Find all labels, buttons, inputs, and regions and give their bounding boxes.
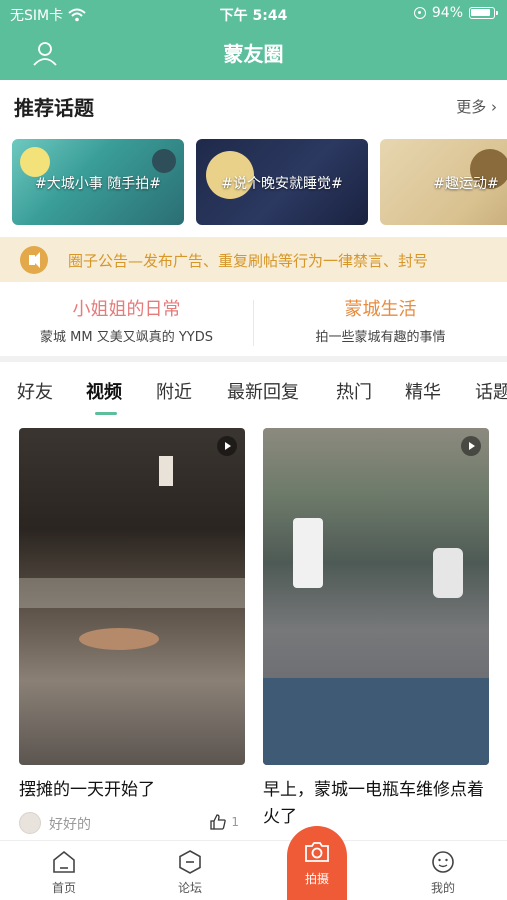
play-icon <box>461 436 481 456</box>
like-count: 1 <box>231 815 239 829</box>
play-icon <box>217 436 237 456</box>
circle-item[interactable]: 蒙城生活 拍一些蒙城有趣的事情 <box>254 293 507 351</box>
smiley-icon <box>432 851 454 873</box>
feed-tabs: 好友 视频 附近 最新回复 热门 精华 话题 <box>0 378 507 418</box>
nav-forum-label: 论坛 <box>177 881 202 895</box>
topic-card-1[interactable]: #大城小事 随手拍# <box>12 139 184 225</box>
app-header: 无SIM卡 下午 5:44 94% 蒙友圈 <box>0 0 507 80</box>
nav-home[interactable]: 首页 <box>34 849 94 896</box>
more-topics-link[interactable]: 更多 › <box>456 96 497 117</box>
topic-label: #说个晚安就睡觉# <box>221 176 343 192</box>
battery-percent: 94% <box>431 5 463 21</box>
circle-name: 小姐姐的日常 <box>72 299 181 320</box>
tab-friends[interactable]: 好友 <box>17 378 53 404</box>
video-card[interactable]: 早上，蒙城一电瓶车维修点着火了 <box>263 428 489 831</box>
nav-home-label: 首页 <box>51 881 76 895</box>
circle-name: 蒙城生活 <box>344 299 417 320</box>
post-title[interactable]: 早上，蒙城一电瓶车维修点着火了 <box>263 777 489 831</box>
circle-description: 蒙城 MM 又美又飒真的 YYDS <box>40 330 213 345</box>
video-thumbnail[interactable] <box>19 428 245 765</box>
tab-nearby[interactable]: 附近 <box>156 378 192 404</box>
recommended-topics-header: 推荐话题 更多 › <box>14 92 497 124</box>
capture-button[interactable]: 拍摄 <box>287 826 347 900</box>
tab-featured[interactable]: 精华 <box>405 378 441 404</box>
camera-icon <box>305 842 329 862</box>
post-author-row: 好好的 1 <box>19 808 245 836</box>
orientation-lock-icon <box>413 7 426 19</box>
section-divider <box>0 356 507 362</box>
forum-icon <box>179 850 201 874</box>
topic-card-3[interactable]: #趣运动# <box>380 139 507 225</box>
author-name[interactable]: 好好的 <box>49 814 91 834</box>
chevron-right-icon: › <box>491 98 497 116</box>
tab-latest-reply[interactable]: 最新回复 <box>227 378 299 404</box>
home-icon <box>53 850 75 873</box>
status-bar: 无SIM卡 下午 5:44 94% <box>0 4 507 24</box>
tab-topics[interactable]: 话题 <box>475 378 507 404</box>
topic-label: #大城小事 随手拍# <box>35 176 161 192</box>
capture-label: 拍摄 <box>304 872 329 886</box>
post-title[interactable]: 摆摊的一天开始了 <box>19 777 245 804</box>
bottom-nav: 首页 论坛 我的 <box>0 840 507 900</box>
tab-hot[interactable]: 热门 <box>336 378 372 404</box>
nav-forum[interactable]: 论坛 <box>160 849 220 896</box>
nav-mine[interactable]: 我的 <box>413 849 473 896</box>
announcement-text: 圈子公告—发布广告、重复刷帖等行为一律禁言、封号 <box>68 252 429 270</box>
circle-item[interactable]: 小姐姐的日常 蒙城 MM 又美又飒真的 YYDS <box>0 293 253 351</box>
topic-carousel[interactable]: #大城小事 随手拍# #说个晚安就睡觉# #趣运动# <box>12 139 507 225</box>
topic-card-2[interactable]: #说个晚安就睡觉# <box>196 139 368 225</box>
announcement-bar[interactable]: 圈子公告—发布广告、重复刷帖等行为一律禁言、封号 <box>0 237 507 282</box>
page-title: 蒙友圈 <box>223 42 284 66</box>
video-thumbnail[interactable] <box>263 428 489 765</box>
thumbs-up-icon[interactable] <box>209 813 227 831</box>
battery-icon <box>469 7 498 19</box>
video-card[interactable]: 摆摊的一天开始了 <box>19 428 245 804</box>
nav-mine-label: 我的 <box>430 881 455 895</box>
more-label: 更多 <box>456 98 487 116</box>
avatar[interactable] <box>19 812 41 834</box>
divider <box>253 300 254 346</box>
recommended-topics-title: 推荐话题 <box>14 96 94 120</box>
tab-video[interactable]: 视频 <box>86 378 122 404</box>
speaker-icon <box>20 246 48 274</box>
topic-label: #趣运动# <box>433 176 499 192</box>
active-tab-indicator <box>95 412 117 415</box>
circle-description: 拍一些蒙城有趣的事情 <box>315 330 446 345</box>
